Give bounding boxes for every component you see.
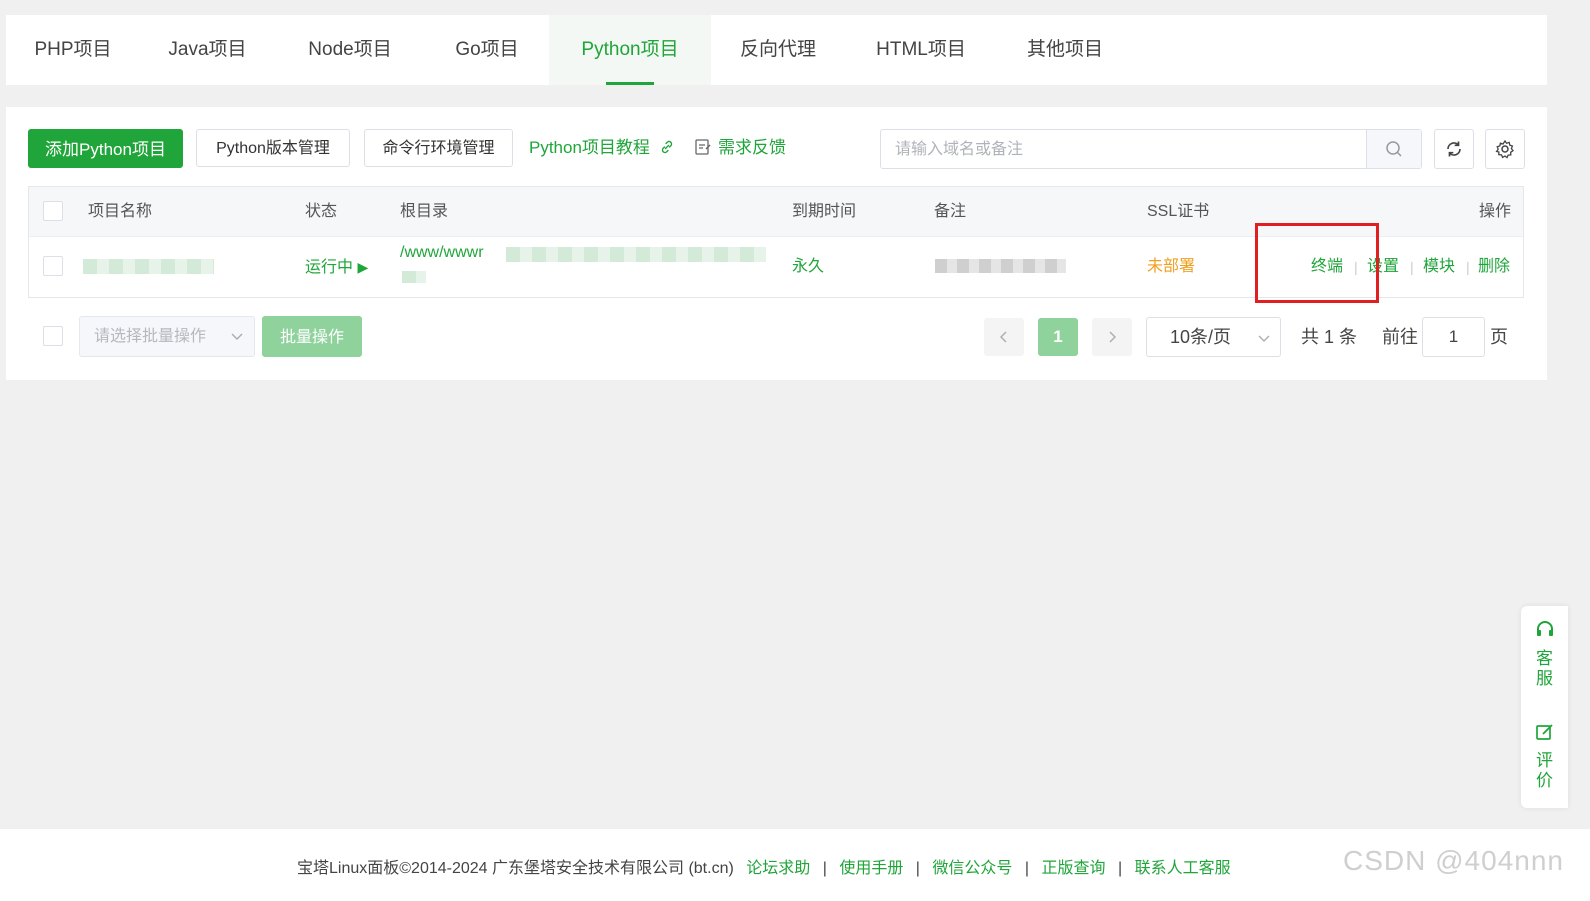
batch-select[interactable]: 请选择批量操作 [79,316,255,357]
ssl-status[interactable]: 未部署 [1147,236,1195,298]
highlight-box [1255,223,1379,303]
edit-icon [695,139,711,155]
root-path-text: /www/wwwr [400,244,484,261]
tab-other[interactable]: 其他项目 [997,15,1133,85]
search-input[interactable] [893,130,1367,170]
chevron-right-icon [1109,331,1117,343]
footer-copyright: 宝塔Linux面板©2014-2024 广东堡塔安全技术有限公司 (bt.cn) [297,860,734,877]
tab-node[interactable]: Node项目 [275,15,425,85]
status-label: 运行中 [305,259,354,276]
page-size-select[interactable]: 10条/页 [1146,317,1281,357]
forum-link[interactable]: 论坛求助 [746,860,810,877]
root-path-redacted-2 [402,271,426,283]
footer-separator: | [822,860,827,877]
row-checkbox[interactable] [43,256,63,276]
cli-env-button[interactable]: 命令行环境管理 [364,129,513,167]
search-box [880,129,1422,170]
headset-icon [1536,621,1553,636]
batch-select-placeholder: 请选择批量操作 [94,328,207,345]
remark-redacted[interactable] [935,259,1066,273]
tutorial-link[interactable]: Python项目教程 [529,129,675,167]
page-suffix: 页 [1490,327,1508,347]
modules-link[interactable]: 模块 [1423,236,1455,298]
review-button[interactable]: 评价 [1521,722,1568,791]
footer-separator: | [1024,860,1030,877]
chevron-left-icon [999,331,1007,343]
feedback-link[interactable]: 需求反馈 [694,129,786,167]
watermark: CSDN @404nnn [1343,845,1564,876]
refresh-button[interactable] [1434,129,1474,169]
op-separator: | [1466,259,1470,275]
tab-php[interactable]: PHP项目 [6,15,140,85]
root-path-redacted [506,247,766,262]
footer-separator: | [915,860,920,877]
customer-service-button[interactable]: 客服 [1521,620,1568,689]
review-label: 评价 [1536,751,1553,790]
tab-java[interactable]: Java项目 [140,15,275,85]
prev-page-button[interactable] [984,318,1024,356]
total-count: 共 1 条 [1301,327,1358,347]
chevron-down-icon [1258,335,1270,342]
footer: 宝塔Linux面板©2014-2024 广东堡塔安全技术有限公司 (bt.cn)… [0,829,1590,901]
expire-value[interactable]: 永久 [792,236,824,298]
chevron-down-icon [231,333,243,340]
status-running[interactable]: 运行中 ▶ [305,236,368,299]
tab-reverse-proxy[interactable]: 反向代理 [711,15,845,85]
gear-icon [1495,139,1514,159]
goto-label: 前往 [1382,327,1418,347]
floating-help-panel: 客服 评价 [1521,606,1568,808]
op-separator: | [1410,259,1414,275]
page-number-current[interactable]: 1 [1038,318,1078,356]
search-icon [1386,141,1402,157]
customer-service-label: 客服 [1536,649,1553,688]
tab-go[interactable]: Go项目 [425,15,549,85]
project-panel: 添加Python项目 Python版本管理 命令行环境管理 Python项目教程… [6,107,1547,380]
root-path-link[interactable]: /www/wwwr [400,244,484,262]
footer-separator: | [1117,860,1123,877]
project-type-tabs: PHP项目 Java项目 Node项目 Go项目 Python项目 反向代理 H… [6,15,1547,85]
project-name-redacted[interactable] [83,259,214,274]
batch-apply-button[interactable]: 批量操作 [262,316,362,357]
tab-python[interactable]: Python项目 [549,15,711,85]
play-icon: ▶ [357,259,369,275]
feedback-label: 需求反馈 [718,138,786,157]
human-support-link[interactable]: 联系人工客服 [1135,860,1231,877]
settings-button[interactable] [1485,129,1525,169]
tab-html[interactable]: HTML项目 [845,15,997,85]
batch-select-checkbox[interactable] [43,326,63,346]
edit-icon [1535,724,1553,740]
tutorial-label: Python项目教程 [529,138,650,157]
python-version-button[interactable]: Python版本管理 [196,129,350,167]
footer-line: 宝塔Linux面板©2014-2024 广东堡塔安全技术有限公司 (bt.cn)… [297,854,1231,878]
next-page-button[interactable] [1092,318,1132,356]
search-button[interactable] [1366,130,1421,168]
goto-page-input[interactable]: 1 [1422,317,1485,357]
manual-link[interactable]: 使用手册 [839,860,903,877]
refresh-icon [1447,141,1461,157]
delete-link[interactable]: 删除 [1478,236,1510,298]
wechat-link[interactable]: 微信公众号 [932,860,1012,877]
add-python-project-button[interactable]: 添加Python项目 [28,129,183,168]
page-size-value: 10条/页 [1170,327,1232,347]
link-icon [661,140,672,154]
license-link[interactable]: 正版查询 [1041,860,1105,877]
